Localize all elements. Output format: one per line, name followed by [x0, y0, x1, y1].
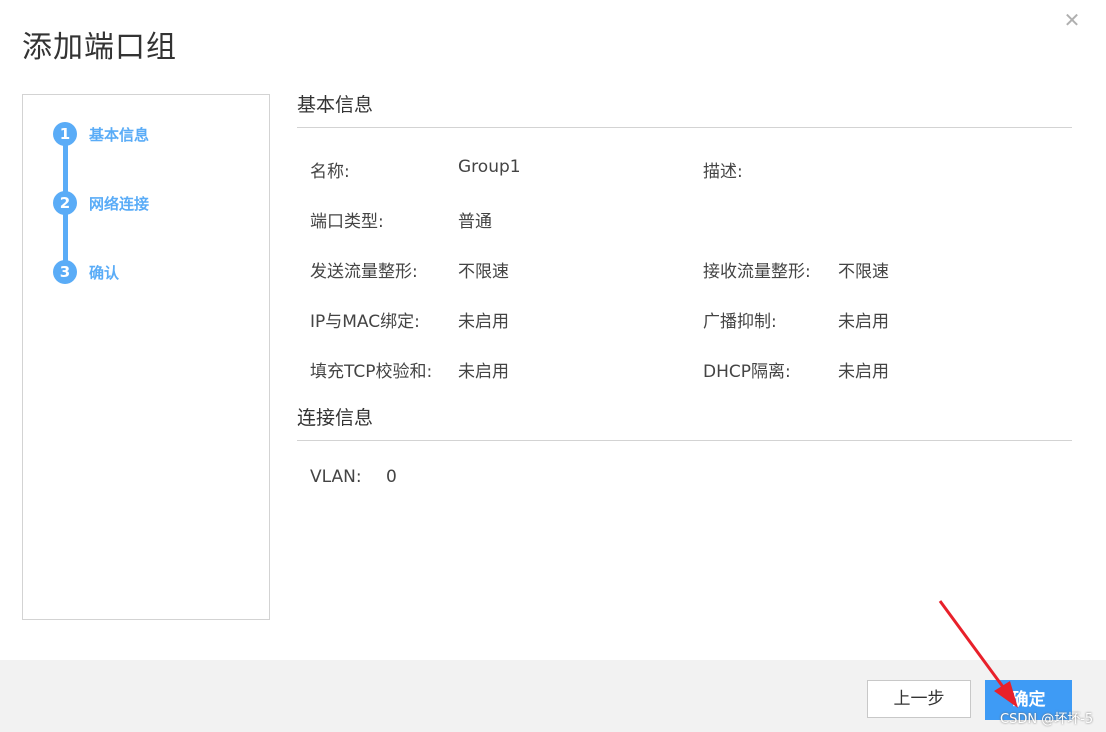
port-type-value: 普通: [458, 212, 492, 232]
step-number: 1: [53, 122, 77, 146]
step-number: 3: [53, 260, 77, 284]
step-network-connection[interactable]: 2 网络连接: [53, 191, 149, 215]
confirm-content: 基本信息: [297, 90, 1072, 128]
ip-mac-binding-label: IP与MAC绑定:: [310, 312, 420, 332]
dhcp-isolation-value: 未启用: [838, 362, 889, 382]
broadcast-suppression-label: 广播抑制:: [703, 312, 777, 332]
annotation-arrow-icon: [938, 600, 1018, 708]
description-label: 描述:: [703, 162, 743, 182]
basic-info-section-title: 基本信息: [297, 90, 1072, 128]
vlan-label: VLAN:: [310, 467, 362, 487]
step-number: 2: [53, 191, 77, 215]
step-basic-info[interactable]: 1 基本信息: [53, 122, 149, 146]
name-label: 名称:: [310, 162, 350, 182]
dialog-title: 添加端口组: [22, 30, 177, 65]
steps-panel: 1 基本信息 2 网络连接 3 确认: [22, 94, 270, 620]
broadcast-suppression-value: 未启用: [838, 312, 889, 332]
ip-mac-binding-value: 未启用: [458, 312, 509, 332]
step-label: 网络连接: [89, 194, 150, 213]
step-confirm[interactable]: 3 确认: [53, 260, 119, 284]
vlan-value: 0: [386, 467, 397, 487]
rx-shaping-label: 接收流量整形:: [703, 262, 811, 282]
dhcp-isolation-label: DHCP隔离:: [703, 362, 791, 382]
add-port-group-dialog: 添加端口组 ✕ 1 基本信息 2 网络连接 3 确认 基本信息 名称: Grou…: [0, 0, 1106, 732]
watermark: CSDN @坏坏-5: [1000, 712, 1094, 727]
tx-shaping-value: 不限速: [458, 262, 509, 282]
tx-shaping-label: 发送流量整形:: [310, 262, 418, 282]
step-label: 基本信息: [89, 125, 150, 144]
name-value: Group1: [458, 157, 521, 177]
port-type-label: 端口类型:: [310, 212, 384, 232]
tcp-checksum-value: 未启用: [458, 362, 509, 382]
connection-info-section-title: 连接信息: [297, 403, 1072, 441]
tcp-checksum-label: 填充TCP校验和:: [310, 362, 433, 382]
close-icon[interactable]: ✕: [1062, 10, 1082, 30]
step-label: 确认: [89, 263, 120, 282]
rx-shaping-value: 不限速: [838, 262, 889, 282]
